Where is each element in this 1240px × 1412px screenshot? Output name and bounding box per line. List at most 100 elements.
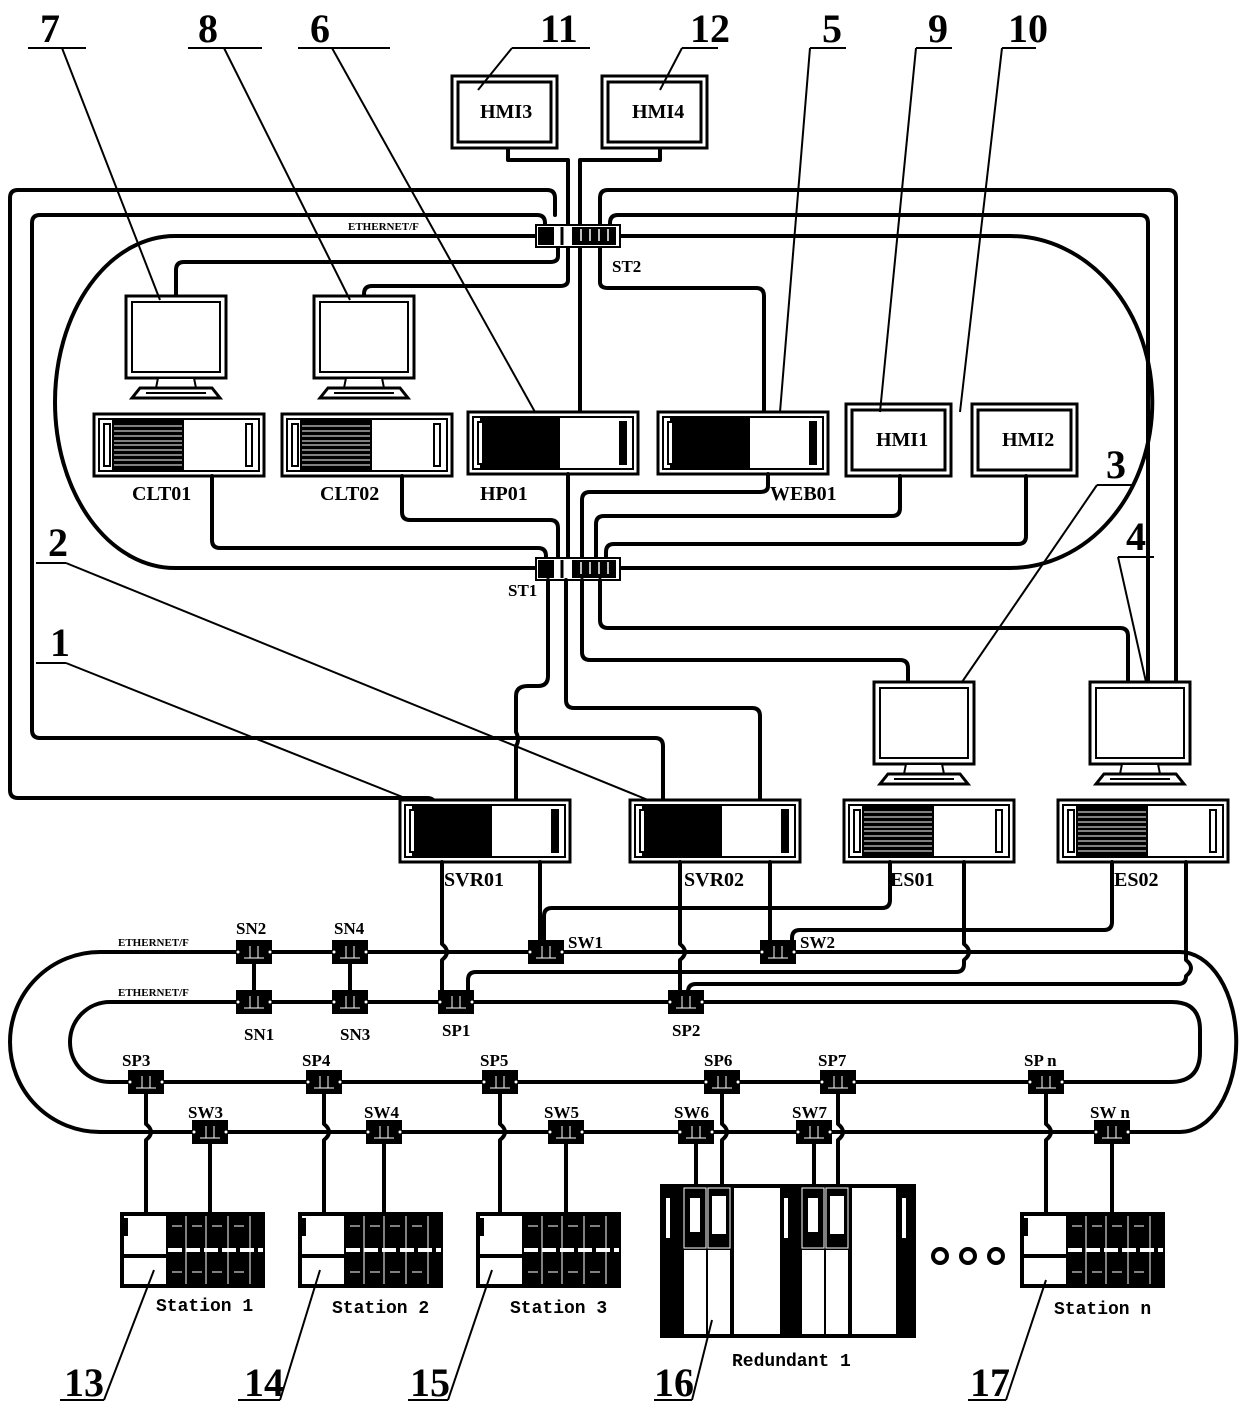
svr02-tower xyxy=(628,798,802,864)
switch-sn1 xyxy=(235,989,273,1015)
switch-sw4 xyxy=(365,1119,403,1145)
switch-sp6 xyxy=(703,1069,741,1095)
web01-tower xyxy=(656,410,830,476)
hp01-tower xyxy=(466,410,640,476)
ref-13: 13 xyxy=(64,1360,104,1405)
ref-6: 6 xyxy=(310,6,330,51)
redundant-1-rack xyxy=(660,1184,916,1338)
sp6-label: SP6 xyxy=(704,1051,732,1070)
redundant-1-label: Redundant 1 xyxy=(732,1352,851,1372)
svr02-label: SVR02 xyxy=(684,869,744,891)
st1-to-svr01 xyxy=(514,578,550,802)
switch-sn4 xyxy=(331,939,369,965)
ref-12: 12 xyxy=(690,6,730,51)
clt02-tower xyxy=(280,412,454,478)
ref-11: 11 xyxy=(540,6,578,51)
ref-5: 5 xyxy=(822,6,842,51)
sn2-label: SN2 xyxy=(236,919,266,938)
switch-swn xyxy=(1093,1119,1131,1145)
network-diagram: ST2 ETHERNET/F CLT01 CLT02 HP01 WEB01 HM… xyxy=(8,6,1239,1405)
station-2-label: Station 2 xyxy=(332,1299,429,1319)
spn-label: SP n xyxy=(1024,1051,1057,1070)
sn4-label: SN4 xyxy=(334,919,365,938)
clt02-monitor xyxy=(312,294,416,400)
switch-sp7 xyxy=(819,1069,857,1095)
switch-spn xyxy=(1027,1069,1065,1095)
sw2-label: SW2 xyxy=(800,933,835,952)
ref-2: 2 xyxy=(48,520,68,565)
sw7-label: SW7 xyxy=(792,1103,827,1122)
hub-st1-label: ST1 xyxy=(508,581,537,600)
es01-tower xyxy=(842,798,1016,864)
clt01-monitor xyxy=(124,294,228,400)
ref-4: 4 xyxy=(1126,514,1146,559)
ref-17: 17 xyxy=(970,1360,1010,1405)
hmi1-link xyxy=(594,474,902,568)
ref-7: 7 xyxy=(40,6,60,51)
sw6-label: SW6 xyxy=(674,1103,709,1122)
sn3-label: SN3 xyxy=(340,1025,370,1044)
hmi1-label: HMI1 xyxy=(876,429,928,451)
sn1-label: SN1 xyxy=(244,1025,274,1044)
sw1-label: SW1 xyxy=(568,933,603,952)
ref-15: 15 xyxy=(410,1360,450,1405)
switch-sp1 xyxy=(437,989,475,1015)
station-n xyxy=(1018,1210,1167,1290)
ellipsis-icon xyxy=(931,1247,1005,1265)
switch-sw1 xyxy=(527,939,565,965)
lower-network-label-top: ETHERNET/F xyxy=(118,937,189,949)
ref-8: 8 xyxy=(198,6,218,51)
es02-tower xyxy=(1056,798,1230,864)
switch-sn2 xyxy=(235,939,273,965)
ref-14: 14 xyxy=(244,1360,284,1405)
sp5-label: SP5 xyxy=(480,1051,508,1070)
station-n-label: Station n xyxy=(1054,1300,1151,1320)
hmi2-label: HMI2 xyxy=(1002,429,1054,451)
hub-st2 xyxy=(534,223,622,249)
switch-sp4 xyxy=(305,1069,343,1095)
svr01-tower xyxy=(398,798,572,864)
st1-to-es02 xyxy=(598,578,1130,684)
ref-1: 1 xyxy=(50,620,70,665)
upper-network-label: ETHERNET/F xyxy=(348,221,419,233)
sp2-label: SP2 xyxy=(672,1021,700,1040)
st1-to-es01 xyxy=(580,578,910,684)
switch-sw3 xyxy=(191,1119,229,1145)
sw5-label: SW5 xyxy=(544,1103,579,1122)
ref-9: 9 xyxy=(928,6,948,51)
switch-sw2 xyxy=(759,939,797,965)
sw3-label: SW3 xyxy=(188,1103,223,1122)
sp4-label: SP4 xyxy=(302,1051,331,1070)
ref-10: 10 xyxy=(1008,6,1048,51)
es02-label: ES02 xyxy=(1114,869,1158,891)
hp01-label: HP01 xyxy=(480,483,528,505)
switch-sw6 xyxy=(677,1119,715,1145)
switch-sp2 xyxy=(667,989,705,1015)
switch-sw5 xyxy=(547,1119,585,1145)
switch-sp3 xyxy=(127,1069,165,1095)
es02-monitor xyxy=(1088,680,1192,786)
es01-label: ES01 xyxy=(890,869,934,891)
station-drops xyxy=(144,1080,1114,1216)
ref-3: 3 xyxy=(1106,442,1126,487)
clt01-tower xyxy=(92,412,266,478)
ref-16: 16 xyxy=(654,1360,694,1405)
switch-sp5 xyxy=(481,1069,519,1095)
station-1-label: Station 1 xyxy=(156,1297,253,1317)
sp7-label: SP7 xyxy=(818,1051,847,1070)
es01-monitor xyxy=(872,680,976,786)
swn-label: SW n xyxy=(1090,1103,1130,1122)
hmi3-label: HMI3 xyxy=(480,101,532,123)
hub-st2-label: ST2 xyxy=(612,257,641,276)
svr01-label: SVR01 xyxy=(444,869,504,891)
station-2 xyxy=(296,1210,445,1290)
station-3-label: Station 3 xyxy=(510,1299,607,1319)
sp1-label: SP1 xyxy=(442,1021,470,1040)
hmi4-label: HMI4 xyxy=(632,101,684,123)
clt02-label: CLT02 xyxy=(320,483,379,505)
web01-label: WEB01 xyxy=(770,483,837,505)
web01-link xyxy=(580,472,770,568)
switch-sw7 xyxy=(795,1119,833,1145)
lower-network-label-bottom: ETHERNET/F xyxy=(118,987,189,999)
sw4-label: SW4 xyxy=(364,1103,399,1122)
